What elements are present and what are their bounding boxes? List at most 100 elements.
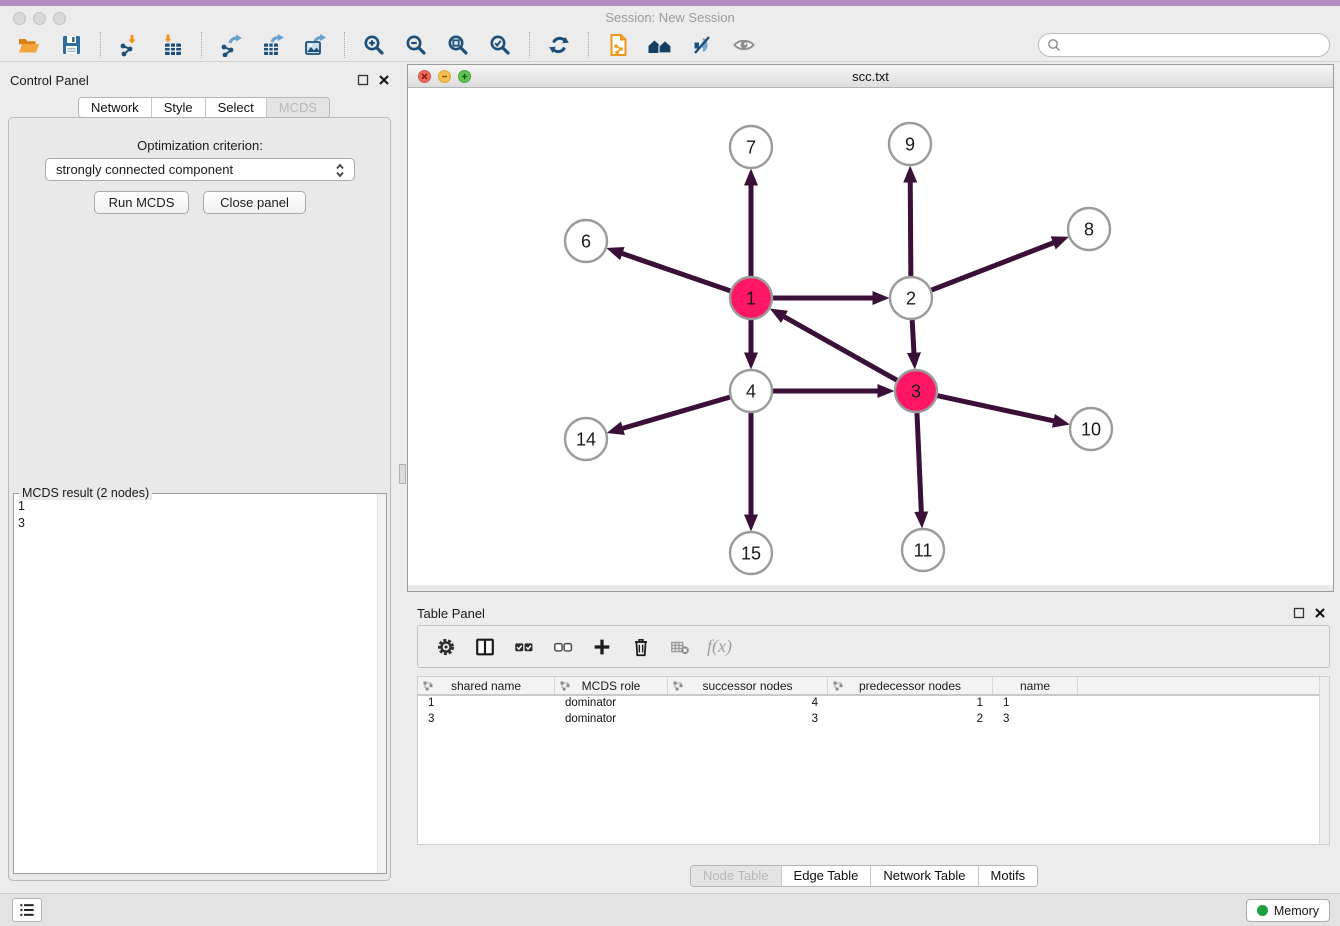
table-row[interactable]: 1dominator411 <box>418 696 1329 712</box>
import-network-button[interactable] <box>114 30 146 60</box>
criterion-value: strongly connected component <box>56 162 233 177</box>
graph-node-6[interactable]: 6 <box>565 220 607 262</box>
zoom-selected-button[interactable] <box>484 30 516 60</box>
graph-node-15[interactable]: 15 <box>730 532 772 574</box>
unselect-all-columns-button[interactable] <box>549 633 577 661</box>
tab-network-table[interactable]: Network Table <box>871 866 978 886</box>
apply-function-button[interactable]: f(x) <box>707 636 732 657</box>
delete-column-button[interactable] <box>627 633 655 661</box>
table-row[interactable]: 3dominator323 <box>418 712 1329 728</box>
column-header-successor-nodes[interactable]: successor nodes <box>668 677 828 694</box>
tab-style[interactable]: Style <box>152 98 206 117</box>
import-table-icon <box>160 33 184 57</box>
graph-node-3[interactable]: 3 <box>895 370 937 412</box>
graph-node-14[interactable]: 14 <box>565 418 607 460</box>
search-input[interactable] <box>1066 35 1329 55</box>
graph-node-7[interactable]: 7 <box>730 126 772 168</box>
network-window-titlebar[interactable]: scc.txt <box>408 65 1333 88</box>
network-graph[interactable]: 7 9 6 8 1 2 4 3 14 10 15 11 <box>408 88 1333 585</box>
toolbar-separator <box>588 32 589 58</box>
graph-node-9[interactable]: 9 <box>889 123 931 165</box>
zoom-in-button[interactable] <box>358 30 390 60</box>
svg-text:8: 8 <box>1084 219 1094 239</box>
control-panel-close-button[interactable] <box>377 73 390 86</box>
criterion-select[interactable]: strongly connected component <box>45 158 355 181</box>
column-header-name[interactable]: name <box>993 677 1078 694</box>
graph-node-8[interactable]: 8 <box>1068 208 1110 250</box>
apply-layout-button[interactable] <box>543 30 575 60</box>
hide-annotations-button[interactable] <box>686 30 718 60</box>
graph-edge-3-1[interactable] <box>784 317 897 381</box>
node-table-header: shared nameMCDS rolesuccessor nodesprede… <box>418 677 1329 696</box>
graph-node-4[interactable]: 4 <box>730 370 772 412</box>
zoom-selected-icon <box>488 33 512 57</box>
table-panel-tabs: Node TableEdge TableNetwork TableMotifs <box>690 865 1038 887</box>
graph-edge-1-6[interactable] <box>622 253 730 290</box>
svg-text:2: 2 <box>906 288 916 308</box>
home-button[interactable] <box>644 30 676 60</box>
table-panel-close-button[interactable] <box>1313 606 1326 619</box>
tab-mcds[interactable]: MCDS <box>267 98 329 117</box>
eye-icon <box>732 33 756 57</box>
svg-text:7: 7 <box>746 137 756 157</box>
tab-select[interactable]: Select <box>206 98 267 117</box>
column-header-MCDS-role[interactable]: MCDS role <box>555 677 668 694</box>
network-canvas[interactable]: 7 9 6 8 1 2 4 3 14 10 15 11 <box>408 88 1333 585</box>
graph-node-2[interactable]: 2 <box>890 277 932 319</box>
show-graphics-details-button[interactable] <box>728 30 760 60</box>
graph-node-1[interactable]: 1 <box>730 277 772 319</box>
close-icon <box>378 74 390 86</box>
graph-edge-4-14[interactable] <box>622 397 729 428</box>
toolbar-separator <box>344 32 345 58</box>
table-scrollbar[interactable] <box>1319 677 1329 844</box>
mcds-result-text[interactable]: 1 3 <box>18 498 374 869</box>
svg-text:9: 9 <box>905 134 915 154</box>
result-scrollbar[interactable] <box>377 494 386 873</box>
export-table-button[interactable] <box>257 30 289 60</box>
open-session-button[interactable] <box>13 30 45 60</box>
graph-edge-2-9[interactable] <box>910 182 911 276</box>
checked-boxes-icon <box>513 636 535 658</box>
tab-motifs[interactable]: Motifs <box>979 866 1038 886</box>
table-panel-float-button[interactable] <box>1292 606 1305 619</box>
column-header-shared-name[interactable]: shared name <box>418 677 555 694</box>
tab-node-table[interactable]: Node Table <box>691 866 782 886</box>
import-table-button[interactable] <box>156 30 188 60</box>
search-icon <box>1047 38 1061 52</box>
control-panel-float-button[interactable] <box>356 73 369 86</box>
save-session-button[interactable] <box>55 30 87 60</box>
network-from-file-button[interactable] <box>602 30 634 60</box>
task-history-button[interactable] <box>12 898 42 922</box>
node-table: shared nameMCDS rolesuccessor nodesprede… <box>417 676 1330 845</box>
delete-table-button[interactable] <box>666 633 694 661</box>
graph-edge-2-8[interactable] <box>932 243 1054 290</box>
export-image-button[interactable] <box>299 30 331 60</box>
graph-node-11[interactable]: 11 <box>902 529 944 571</box>
graph-edge-2-3[interactable] <box>912 320 914 353</box>
zoom-out-button[interactable] <box>400 30 432 60</box>
list-icon <box>17 900 37 920</box>
column-header-predecessor-nodes[interactable]: predecessor nodes <box>828 677 993 694</box>
memory-button[interactable]: Memory <box>1246 899 1330 922</box>
tab-edge-table[interactable]: Edge Table <box>782 866 872 886</box>
graph-edge-3-11[interactable] <box>917 413 921 512</box>
table-cell: 1 <box>993 696 1078 712</box>
tab-network[interactable]: Network <box>79 98 152 117</box>
close-panel-button[interactable]: Close panel <box>203 191 306 214</box>
network-window-title: scc.txt <box>408 69 1333 84</box>
memory-label: Memory <box>1274 904 1319 918</box>
show-columns-button[interactable] <box>471 633 499 661</box>
search-field[interactable] <box>1038 33 1330 57</box>
column-type-icon <box>833 681 843 691</box>
export-network-button[interactable] <box>215 30 247 60</box>
select-all-columns-button[interactable] <box>510 633 538 661</box>
stepper-icon <box>333 162 347 179</box>
run-mcds-button[interactable]: Run MCDS <box>94 191 189 214</box>
graph-edge-3-10[interactable] <box>937 396 1053 421</box>
column-settings-button[interactable] <box>432 633 460 661</box>
graph-node-10[interactable]: 10 <box>1070 408 1112 450</box>
vertical-splitter-handle[interactable] <box>399 464 406 484</box>
add-column-button[interactable] <box>588 633 616 661</box>
zoom-fit-button[interactable] <box>442 30 474 60</box>
table-cell: 1 <box>828 696 993 712</box>
